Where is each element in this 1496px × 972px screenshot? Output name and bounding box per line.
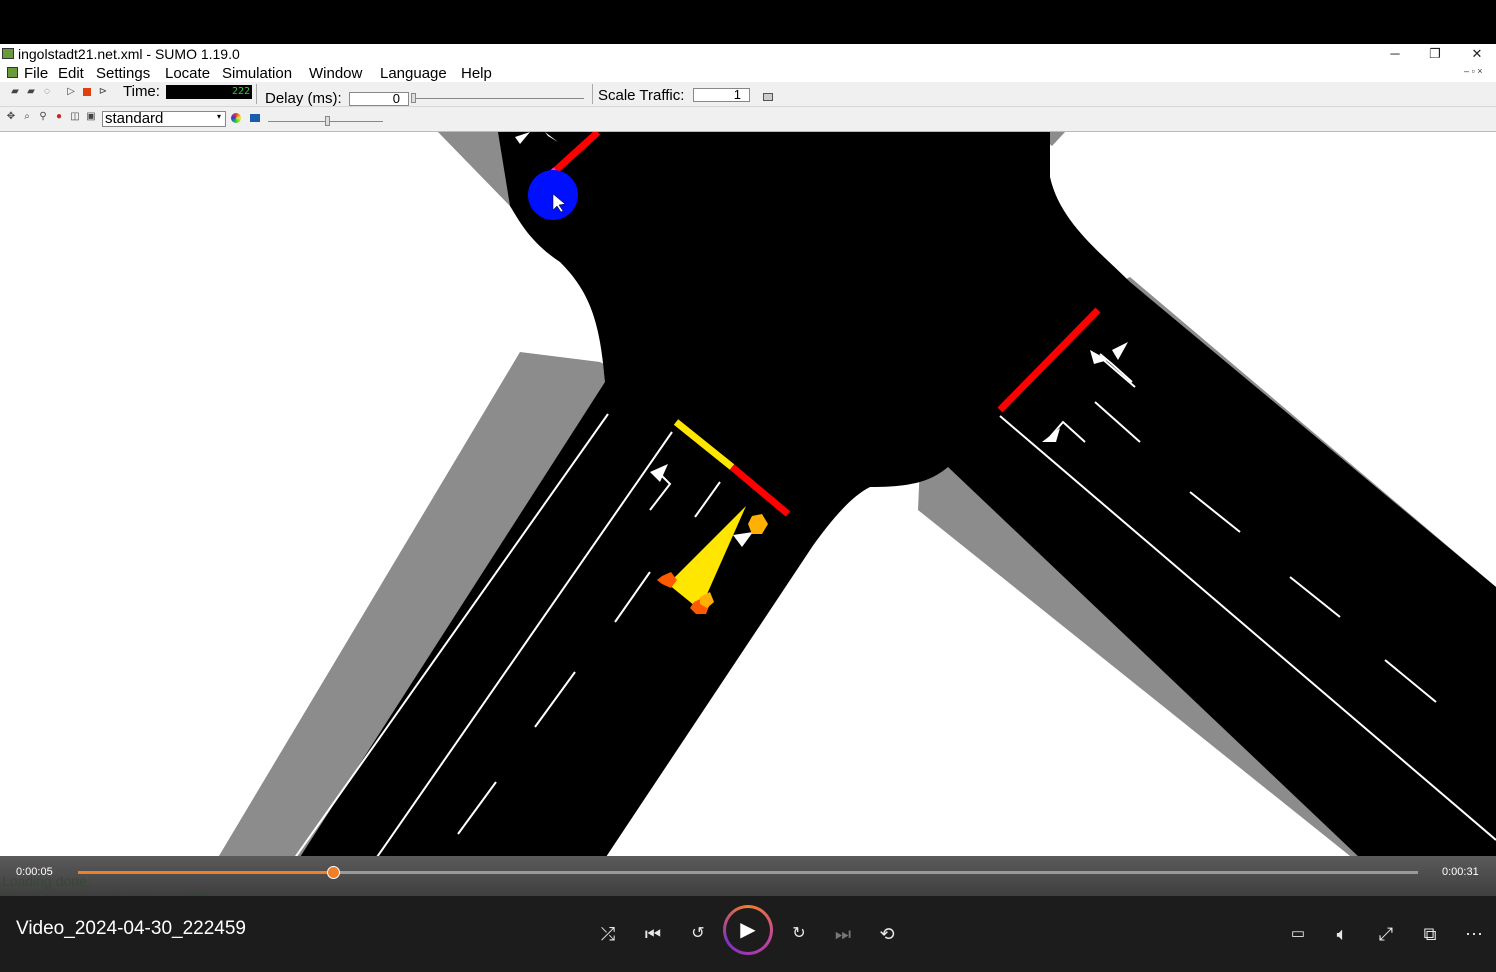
save-icon[interactable]: ◌ (42, 86, 52, 98)
breakpoint-icon[interactable]: ● (54, 111, 64, 123)
menu-window[interactable]: Window (309, 65, 362, 82)
recenter-icon[interactable]: ✥ (6, 111, 16, 123)
minimize-icon[interactable]: ─ (1375, 44, 1415, 64)
sumo-window: ingolstadt21.net.xml - SUMO 1.19.0 ─ ❐ ✕… (0, 44, 1496, 896)
next-icon[interactable]: ⏭ (825, 916, 861, 952)
menu-settings[interactable]: Settings (96, 65, 150, 82)
time-display: 222 (166, 85, 252, 99)
window-icon[interactable] (763, 93, 773, 101)
progress-thumb[interactable] (326, 866, 340, 879)
window-title: ingolstadt21.net.xml - SUMO 1.19.0 (18, 46, 240, 62)
menu-locate[interactable]: Locate (165, 65, 210, 82)
zoom-icon[interactable]: ⌕ (22, 111, 32, 123)
menu-bar: File Edit Settings Locate Simulation Win… (0, 64, 1496, 82)
menu-help[interactable]: Help (461, 65, 492, 82)
app-icon (2, 48, 14, 59)
log-line-1: Loading done. (2, 873, 91, 889)
menu-language[interactable]: Language (380, 65, 447, 82)
delay-slider[interactable] (412, 98, 584, 99)
rewind-10-icon[interactable]: ↺ (680, 916, 716, 952)
play-button[interactable]: ▶ (723, 905, 773, 955)
chevron-down-icon[interactable]: ▾ (217, 112, 221, 121)
scrubber-bar: 0:00:05 0:00:31 Loading done. Simulation… (0, 856, 1496, 896)
total-time: 0:00:31 (1442, 866, 1479, 878)
progress-fill (78, 871, 333, 874)
time-label: Time: (123, 83, 160, 100)
scale-traffic-label: Scale Traffic: (598, 87, 685, 104)
close-icon[interactable]: ✕ (1457, 44, 1496, 64)
miniplayer-icon[interactable]: ⧉ (1412, 916, 1448, 952)
simulation-toolbar: ▰ ▰ ◌ ▷ ⊳ Time: 222 Delay (ms): 0 Scale … (0, 82, 1496, 107)
stop-icon[interactable] (83, 88, 91, 96)
delay-input[interactable]: 0 (349, 92, 409, 106)
fullscreen-icon[interactable]: ⤢ (1368, 916, 1404, 952)
run-icon[interactable]: ▷ (66, 86, 76, 98)
progress-track[interactable] (78, 866, 1418, 879)
color-wheel-icon[interactable] (231, 113, 241, 123)
mdi-controls-icon[interactable]: – ▫ × (1464, 66, 1482, 76)
opacity-slider-thumb[interactable] (325, 116, 330, 126)
shuffle-icon[interactable]: ⤮ (590, 916, 626, 952)
doc-icon (7, 67, 18, 78)
scheme-select[interactable]: standard (102, 111, 226, 127)
screenshot-icon[interactable]: ▣ (86, 111, 96, 123)
delay-label: Delay (ms): (265, 90, 342, 107)
more-icon[interactable]: ⋯ (1456, 916, 1492, 952)
video-title: Video_2024-04-30_222459 (16, 918, 246, 939)
forward-30-icon[interactable]: ↻ (781, 916, 817, 952)
captions-icon[interactable]: ▭ (1280, 916, 1316, 952)
delay-slider-thumb[interactable] (411, 93, 416, 103)
step-icon[interactable]: ⊳ (98, 86, 108, 98)
volume-icon[interactable]: 🔈︎ (1324, 916, 1360, 952)
menu-file[interactable]: File (24, 65, 48, 82)
restore-icon[interactable]: ❐ (1415, 44, 1455, 64)
locate-icon[interactable]: ⚲ (38, 111, 48, 123)
title-bar: ingolstadt21.net.xml - SUMO 1.19.0 ─ ❐ ✕ (0, 44, 1496, 64)
scale-traffic-input[interactable]: 1 (693, 88, 750, 102)
menu-edit[interactable]: Edit (58, 65, 84, 82)
repeat-icon[interactable]: ⟲ (869, 916, 905, 952)
settings-icon[interactable] (250, 114, 260, 122)
3d-icon[interactable]: ◫ (70, 111, 80, 123)
reload-icon[interactable]: ▰ (26, 86, 36, 98)
view-toolbar: ✥ ⌕ ⚲ ● ◫ ▣ standard ▾ (0, 107, 1496, 132)
player-controls: Video_2024-04-30_222459 ⤮ ⏮ ↺ ▶ ↻ ⏭ ⟲ ▭ … (0, 896, 1496, 972)
menu-simulation[interactable]: Simulation (222, 65, 292, 82)
play-icon: ▶ (726, 908, 770, 952)
network-canvas[interactable]: 0 1m (0, 132, 1496, 896)
open-icon[interactable]: ▰ (10, 86, 20, 98)
previous-icon[interactable]: ⏮ (635, 916, 671, 952)
